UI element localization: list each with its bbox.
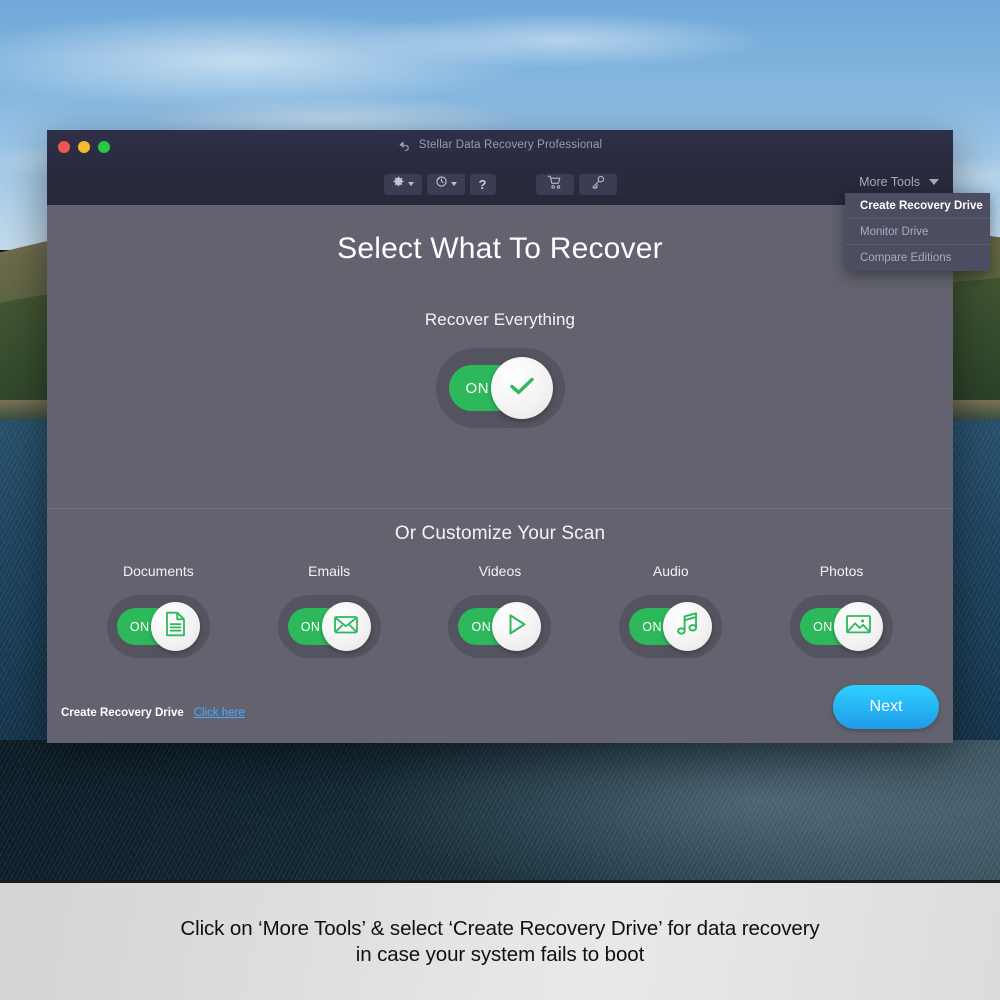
- toggle-state-label: ON: [813, 619, 833, 634]
- toggle-knob: [321, 602, 371, 651]
- category-emails: Emails ON: [277, 563, 381, 658]
- toggle-knob: [150, 602, 200, 651]
- help-question-icon: ?: [478, 176, 487, 192]
- category-photos: Photos ON: [790, 563, 894, 658]
- toggle-state-label: ON: [300, 619, 321, 634]
- footer-click-here-link[interactable]: Click here: [194, 707, 245, 719]
- toggle-knob: [663, 602, 713, 651]
- more-tools-menu-button[interactable]: More Tools: [859, 175, 939, 189]
- dropdown-item-label: Create Recovery Drive: [860, 199, 983, 212]
- window-controls: [58, 141, 110, 153]
- gear-icon: [392, 175, 405, 193]
- activate-key-button[interactable]: [578, 173, 617, 195]
- customize-scan-label: Or Customize Your Scan: [394, 523, 606, 544]
- toolbar: ? More Tools: [47, 163, 953, 205]
- caption-bar: Click on ‘More Tools’ & select ‘Create R…: [0, 880, 1000, 1000]
- category-audio: Audio ON: [619, 563, 723, 658]
- dropdown-item-label: Compare Editions: [860, 252, 952, 264]
- chevron-down-icon: [929, 179, 939, 185]
- master-toggle-wrap: ON: [47, 348, 953, 428]
- document-icon: [164, 611, 187, 642]
- category-label: Emails: [308, 563, 351, 579]
- history-clock-icon: [435, 175, 448, 193]
- footer-recovery-drive: Create Recovery Drive Click here: [61, 707, 245, 719]
- category-toggle-row: Documents ON Emails ON Videos ON Audio O…: [47, 563, 953, 658]
- more-tools-dropdown: Create Recovery Drive Monitor Drive Comp…: [845, 193, 990, 271]
- dropdown-item-create-recovery-drive[interactable]: Create Recovery Drive: [845, 193, 990, 219]
- category-documents: Documents ON: [106, 563, 210, 658]
- toggle-state-label: ON: [642, 619, 663, 634]
- history-button[interactable]: [426, 173, 465, 195]
- buy-now-button[interactable]: [535, 173, 574, 195]
- footer-recovery-label: Create Recovery Drive: [61, 707, 184, 719]
- chevron-down-icon: [450, 182, 457, 186]
- maximize-button[interactable]: [98, 141, 110, 153]
- close-button[interactable]: [58, 141, 70, 153]
- settings-button[interactable]: [383, 173, 422, 195]
- more-tools-label: More Tools: [859, 175, 920, 189]
- section-divider: [47, 508, 953, 509]
- music-note-icon: [675, 611, 700, 642]
- toggle-knob: [490, 357, 553, 419]
- page-title: Select What To Recover: [337, 232, 663, 265]
- next-button[interactable]: Next: [833, 685, 939, 729]
- toggle-knob: [492, 602, 542, 651]
- photos-toggle[interactable]: ON: [790, 595, 894, 658]
- category-label: Photos: [819, 563, 864, 579]
- next-button-label: Next: [869, 698, 903, 715]
- videos-toggle[interactable]: ON: [448, 595, 552, 658]
- app-body: Select What To Recover Recover Everythin…: [47, 205, 953, 743]
- toggle-state-label: ON: [471, 619, 492, 634]
- caption-line-2: in case your system fails to boot: [355, 942, 645, 966]
- window-title: Stellar Data Recovery Professional: [418, 139, 603, 151]
- emails-toggle[interactable]: ON: [277, 595, 381, 658]
- category-label: Audio: [652, 563, 689, 579]
- help-button[interactable]: ?: [469, 173, 496, 195]
- recover-everything-toggle[interactable]: ON: [435, 348, 565, 428]
- window-title-group: Stellar Data Recovery Professional: [47, 139, 953, 151]
- shopping-cart-icon: [547, 175, 563, 194]
- key-icon: [590, 175, 606, 194]
- caption-line-1: Click on ‘More Tools’ & select ‘Create R…: [180, 916, 820, 940]
- minimize-button[interactable]: [78, 141, 90, 153]
- window-titlebar: Stellar Data Recovery Professional: [47, 130, 953, 163]
- category-label: Documents: [122, 563, 194, 579]
- dropdown-item-label: Monitor Drive: [860, 225, 929, 238]
- category-label: Videos: [478, 563, 522, 579]
- category-videos: Videos ON: [448, 563, 552, 658]
- check-icon: [507, 374, 537, 403]
- screen: Stellar Data Recovery Professional ? Mor…: [0, 0, 1000, 1000]
- audio-toggle[interactable]: ON: [619, 595, 723, 658]
- dropdown-item-compare-editions[interactable]: Compare Editions: [845, 245, 990, 271]
- app-window: Stellar Data Recovery Professional ? Mor…: [47, 130, 990, 743]
- chevron-down-icon: [407, 182, 414, 186]
- toggle-state-label: ON: [465, 379, 490, 397]
- dropdown-item-monitor-drive[interactable]: Monitor Drive: [845, 219, 990, 245]
- back-arrow-icon[interactable]: [398, 140, 412, 151]
- documents-toggle[interactable]: ON: [106, 595, 210, 658]
- play-icon: [505, 612, 529, 642]
- image-icon: [845, 613, 872, 640]
- toolbar-left-group: ?: [383, 173, 617, 195]
- toggle-state-label: ON: [129, 619, 150, 634]
- toggle-knob: [834, 602, 884, 651]
- recover-everything-label: Recover Everything: [424, 310, 576, 329]
- envelope-icon: [333, 614, 359, 640]
